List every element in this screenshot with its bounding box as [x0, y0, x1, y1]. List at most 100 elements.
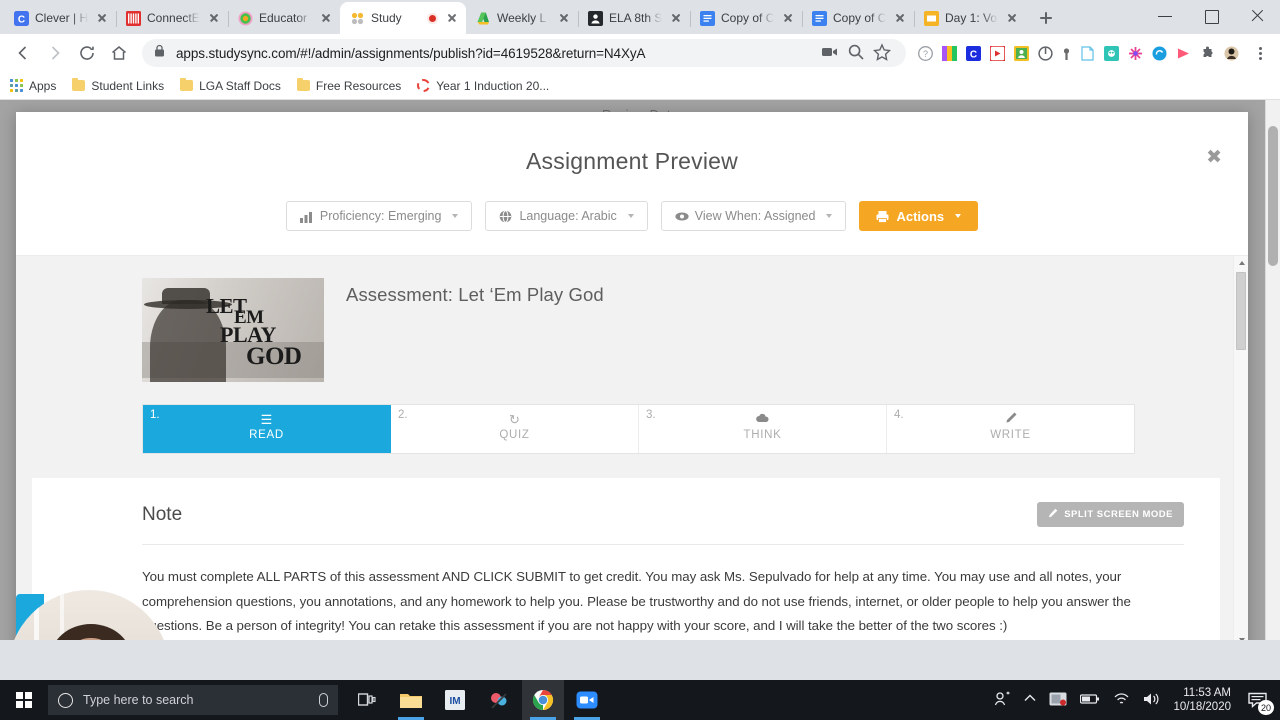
bar-chart-icon	[299, 210, 313, 223]
back-arrow-icon[interactable]	[8, 38, 38, 68]
close-icon[interactable]	[1004, 10, 1020, 26]
bookmark-student-links[interactable]: Student Links	[72, 77, 164, 93]
close-icon[interactable]	[94, 10, 110, 26]
browser-tab[interactable]: Copy of C	[690, 2, 803, 34]
modal-scrollbar[interactable]	[1233, 256, 1248, 640]
tab-write[interactable]: 4. WRITE	[887, 405, 1134, 453]
browser-tab[interactable]: Educator	[228, 2, 341, 34]
browser-tab[interactable]: C Clever | H	[4, 2, 117, 34]
task-view-icon[interactable]	[346, 680, 388, 720]
step-number: 2.	[398, 409, 408, 421]
close-icon[interactable]	[892, 10, 908, 26]
color-bars-icon[interactable]	[942, 45, 957, 61]
scrollbar-thumb[interactable]	[1236, 272, 1246, 350]
show-hidden-icons-chevron[interactable]	[1024, 694, 1036, 706]
green-contact-icon[interactable]	[1014, 45, 1029, 61]
clever-extension-icon[interactable]: C	[966, 45, 981, 61]
modal-body: LET EM PLAY GOD Assessment: Let ‘Em Play…	[16, 255, 1248, 640]
address-bar[interactable]: apps.studysync.com/#!/admin/assignments/…	[142, 39, 906, 67]
close-icon[interactable]	[444, 10, 460, 26]
bookmark-lga-staff-docs[interactable]: LGA Staff Docs	[180, 77, 281, 93]
small-gray-icon[interactable]	[1062, 46, 1071, 61]
maximize-button[interactable]	[1188, 0, 1234, 32]
imovie-im-icon[interactable]: IM	[434, 680, 476, 720]
bookmark-free-resources[interactable]: Free Resources	[296, 77, 401, 93]
tab-title: Copy of C	[721, 11, 774, 25]
reload-icon[interactable]	[72, 38, 102, 68]
red-play-icon[interactable]	[989, 44, 1006, 62]
proficiency-dropdown[interactable]: Proficiency: Emerging	[285, 201, 473, 231]
bookmark-year-1-induction[interactable]: Year 1 Induction 20...	[417, 79, 549, 93]
screencastify-icon[interactable]	[1104, 45, 1119, 61]
notifications-button[interactable]: 20	[1244, 687, 1274, 715]
blue-circle-icon[interactable]	[1152, 46, 1167, 61]
browser-tab[interactable]: Copy of C	[802, 2, 915, 34]
microphone-icon[interactable]	[319, 693, 328, 707]
home-icon[interactable]	[104, 38, 134, 68]
volume-icon[interactable]	[1143, 692, 1160, 709]
new-tab-button[interactable]	[1032, 4, 1060, 32]
browser-tab[interactable]: ConnectE	[116, 2, 229, 34]
battery-icon[interactable]	[1080, 693, 1100, 708]
scroll-up-icon[interactable]	[1234, 256, 1248, 271]
browser-tab[interactable]: Weekly L	[466, 2, 579, 34]
educator-icon	[238, 11, 253, 26]
close-icon[interactable]	[556, 10, 572, 26]
webcam-active-icon[interactable]	[1049, 692, 1067, 709]
close-icon[interactable]	[668, 10, 684, 26]
close-icon[interactable]	[780, 10, 796, 26]
chrome-icon[interactable]	[522, 680, 564, 720]
clock[interactable]: 11:53 AM 10/18/2020	[1173, 686, 1231, 714]
bookmark-star-icon[interactable]	[870, 38, 894, 68]
tab-quiz[interactable]: 2. ↻ QUIZ	[391, 405, 639, 453]
print-icon	[876, 210, 889, 223]
minimize-button[interactable]	[1142, 0, 1188, 32]
step-label: READ	[249, 429, 284, 441]
brain-cloud-icon	[639, 411, 886, 428]
search-input[interactable]: Type here to search	[48, 685, 338, 715]
close-icon[interactable]	[318, 10, 334, 26]
page-title: Assignment Preview	[526, 148, 738, 174]
pink-play-icon[interactable]	[1176, 46, 1191, 61]
scroll-down-icon[interactable]	[1234, 633, 1248, 640]
tab-title: Clever | H	[35, 11, 88, 25]
file-explorer-icon[interactable]	[390, 680, 432, 720]
language-dropdown[interactable]: Language: Arabic	[485, 201, 648, 231]
people-share-icon[interactable]	[994, 691, 1011, 709]
page-scrollbar[interactable]	[1265, 100, 1280, 640]
puzzle-icon[interactable]	[1200, 45, 1215, 61]
wifi-icon[interactable]	[1113, 692, 1130, 708]
bookmark-label: Apps	[29, 78, 57, 93]
actions-button[interactable]: Actions	[859, 201, 979, 231]
globe-icon	[499, 209, 512, 223]
window-close-button[interactable]	[1234, 0, 1280, 32]
svg-text:C: C	[970, 49, 977, 60]
paint-flower-icon[interactable]	[478, 680, 520, 720]
chevron-down-icon	[955, 214, 962, 218]
scrollbar-thumb[interactable]	[1268, 126, 1278, 266]
split-screen-mode-button[interactable]: SPLIT SCREEN MODE	[1037, 502, 1184, 527]
browser-tab[interactable]: ELA 8th S	[578, 2, 691, 34]
browser-tab[interactable]: Day 1: Vo	[914, 2, 1026, 34]
bookmark-apps[interactable]: Apps	[10, 79, 56, 93]
view-when-dropdown[interactable]: View When: Assigned	[660, 201, 847, 231]
assessment-title: Assessment: Let ‘Em Play God	[346, 284, 604, 305]
assessment-thumbnail[interactable]: LET EM PLAY GOD	[142, 278, 324, 382]
three-dots-menu[interactable]	[1248, 38, 1272, 68]
browser-tab-active[interactable]: Study	[340, 2, 466, 34]
close-icon[interactable]	[206, 10, 222, 26]
windows-start-icon[interactable]	[0, 680, 48, 720]
zoom-icon[interactable]	[566, 680, 608, 720]
asterisk-icon[interactable]	[1128, 46, 1143, 61]
forward-arrow-icon[interactable]	[40, 38, 70, 68]
profile-avatar-icon[interactable]	[1224, 46, 1239, 61]
tab-think[interactable]: 3. THINK	[639, 405, 887, 453]
close-icon[interactable]: ✖	[1206, 148, 1222, 167]
tab-read[interactable]: 1. ☰ READ	[143, 405, 391, 453]
help-circle-icon[interactable]: ?	[918, 45, 933, 61]
document-icon[interactable]	[1080, 45, 1095, 61]
url-text: apps.studysync.com/#!/admin/assignments/…	[176, 45, 646, 61]
search-icon[interactable]	[844, 38, 868, 68]
video-camera-icon[interactable]	[818, 38, 842, 68]
power-icon[interactable]	[1038, 45, 1053, 61]
